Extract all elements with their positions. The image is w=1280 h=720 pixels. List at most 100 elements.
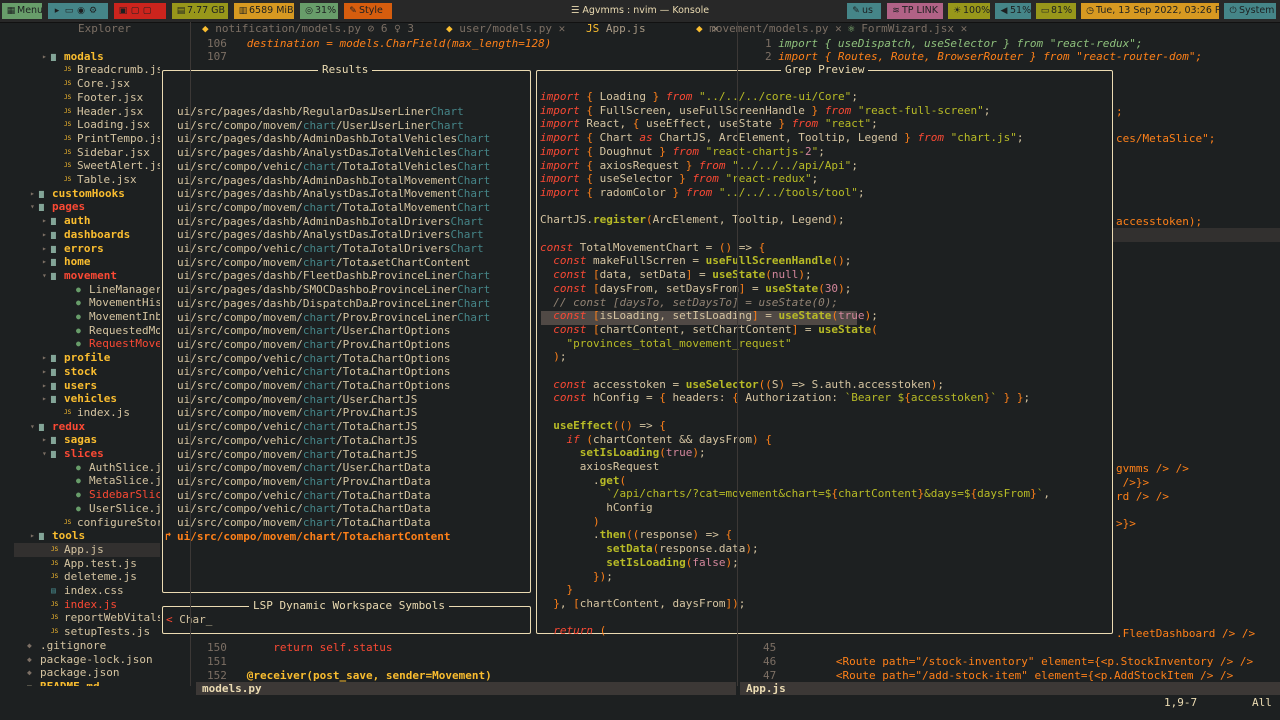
explorer-item[interactable]: ● MetaSlice.j xyxy=(0,474,160,488)
result-row[interactable]: ui/src/pages/dashb/AnalystDas… TotalVehic… xyxy=(177,146,490,160)
explorer-item[interactable]: JS index.js xyxy=(0,406,160,420)
explorer-item[interactable]: ◆ .gitignore xyxy=(0,639,160,653)
close-icon[interactable]: ✕ xyxy=(559,22,566,35)
system-button[interactable]: ⏻ System xyxy=(1224,3,1276,19)
style-button[interactable]: ✎ Style xyxy=(344,3,392,19)
explorer-item[interactable]: ▸ ▆ auth xyxy=(0,214,160,228)
close-icon[interactable]: ✕ xyxy=(961,22,968,35)
explorer-item[interactable]: ● MovementHis xyxy=(0,296,160,310)
explorer-item[interactable]: ● LineManager xyxy=(0,283,160,297)
explorer-item[interactable]: ▸ ▆ users xyxy=(0,379,160,393)
result-row[interactable]: ui/src/pages/dashb/AdminDashb… TotalVehic… xyxy=(177,132,490,146)
explorer-item[interactable]: ● RequestMove xyxy=(0,337,160,351)
result-row[interactable]: ui/src/pages/dashb/AdminDashb… TotalMovem… xyxy=(177,174,490,188)
result-row[interactable]: ui/src/compo/movem/chart/User… UserLinerC… xyxy=(177,119,464,133)
result-row[interactable]: ui/src/pages/dashb/RegularDas… UserLinerC… xyxy=(177,105,464,119)
explorer-item[interactable]: ▤ index.css xyxy=(0,584,160,598)
explorer-item[interactable]: ◆ package.json xyxy=(0,666,160,680)
result-row[interactable]: ui/src/compo/movem/chart/Tota… setChartCo… xyxy=(177,256,470,270)
explorer-item[interactable]: ◆ package-lock.json xyxy=(0,653,160,667)
explorer-item[interactable]: ▸ ▆ modals xyxy=(0,50,160,64)
explorer-item[interactable]: ▸ ▆ dashboards xyxy=(0,228,160,242)
explorer-item[interactable]: ▸ ▆ vehicles xyxy=(0,392,160,406)
browser-icon[interactable]: ◉ xyxy=(75,3,87,19)
result-row[interactable]: ui/src/compo/vehic/chart/Tota… ChartOptio… xyxy=(177,352,450,366)
clock[interactable]: ◷ Tue, 13 Sep 2022, 03:26 PM xyxy=(1081,3,1219,19)
explorer-item[interactable]: ▾ ▆ redux xyxy=(0,420,160,434)
settings-icon[interactable]: ⚙ xyxy=(87,3,99,19)
result-row[interactable]: ui/src/compo/movem/chart/Prov… ChartData xyxy=(177,475,431,489)
result-row[interactable]: ui/src/pages/dashb/AdminDashb… TotalDrive… xyxy=(177,215,484,229)
result-row[interactable]: ui/src/pages/dashb/SMOCDashbo… ProvinceLi… xyxy=(177,283,490,297)
result-row[interactable]: ui/src/pages/dashb/FleetDashb… ProvinceLi… xyxy=(177,269,490,283)
explorer-item[interactable]: JS Breadcrumb.jsx xyxy=(0,63,160,77)
right-editor-line[interactable]: 2 import { Routes, Route, BrowserRouter … xyxy=(765,50,1202,64)
explorer-item[interactable]: JS deleteme.js xyxy=(0,570,160,584)
explorer-item[interactable]: ▾ ▆ pages xyxy=(0,200,160,214)
workspace-1-icon[interactable]: ▣ xyxy=(117,3,129,19)
close-icon[interactable]: ✕ xyxy=(835,22,842,35)
result-row[interactable]: ui/src/compo/movem/chart/Tota… ChartJS xyxy=(177,448,417,462)
explorer-item[interactable]: JS reportWebVitals xyxy=(0,611,160,625)
right-editor-line[interactable]: 45 xyxy=(763,641,776,655)
wifi-indicator[interactable]: ≋ TP LINK xyxy=(887,3,943,19)
tab-notification-models[interactable]: ◆ notification/models.py ⊘ 6 ♀ 3 xyxy=(202,22,414,36)
workspace-3-icon[interactable]: ▢ xyxy=(141,3,153,19)
explorer-item[interactable]: JS Table.jsx xyxy=(0,173,160,187)
explorer-item[interactable]: ● AuthSlice.j xyxy=(0,461,160,475)
explorer-item[interactable]: JS SweetAlert.js xyxy=(0,159,160,173)
result-row[interactable]: ui/src/compo/vehic/chart/Tota… ChartJS xyxy=(177,434,417,448)
explorer-item[interactable]: ▸ ▆ profile xyxy=(0,351,160,365)
menu-button[interactable]: ▦ Menu xyxy=(2,3,42,19)
explorer-item[interactable]: JS PrintTempo.js xyxy=(0,132,160,146)
left-editor-line[interactable]: 152 @receiver(post_save, sender=Movement… xyxy=(207,669,492,683)
result-row[interactable]: ui/src/compo/movem/chart/Prov… ChartJS xyxy=(177,406,417,420)
tab-formwizard[interactable]: ⚛ FormWizard.jsx ✕ xyxy=(848,22,967,36)
explorer-item[interactable]: ▾ ▆ slices xyxy=(0,447,160,461)
result-row[interactable]: ui/src/compo/movem/chart/Prov… ProvinceLi… xyxy=(177,311,490,325)
result-row[interactable]: ui/src/compo/vehic/chart/Tota… ChartJS xyxy=(177,420,417,434)
explorer-item[interactable]: ● UserSlice.j xyxy=(0,502,160,516)
result-row[interactable]: ui/src/compo/vehic/chart/Tota… ChartOptio… xyxy=(177,365,450,379)
explorer-item[interactable]: ▸ ▆ customHooks xyxy=(0,187,160,201)
explorer-item[interactable]: ▸ ▆ home xyxy=(0,255,160,269)
workspace-2-icon[interactable]: ▢ xyxy=(129,3,141,19)
left-editor-line[interactable]: 107 xyxy=(207,50,227,64)
explorer-item[interactable]: JS Footer.jsx xyxy=(0,91,160,105)
explorer-item[interactable]: JS setupTests.js xyxy=(0,625,160,639)
files-icon[interactable]: ▭ xyxy=(63,3,75,19)
explorer-item[interactable]: ▸ ▆ tools xyxy=(0,529,160,543)
explorer-item[interactable]: JS App.test.js xyxy=(0,557,160,571)
right-editor-line[interactable]: 47 <Route path="/add-stock-item" element… xyxy=(763,669,1233,683)
keyboard-layout[interactable]: ✎ us xyxy=(847,3,881,19)
terminal-icon[interactable]: ▸ xyxy=(51,3,63,19)
explorer-item[interactable]: JS configureStor xyxy=(0,516,160,530)
explorer-item[interactable]: ▬README.md xyxy=(0,680,160,686)
result-row[interactable]: ui/src/compo/vehic/chart/Tota… ChartData xyxy=(177,489,431,503)
left-editor-line[interactable]: 151 xyxy=(207,655,227,669)
result-row[interactable]: ui/src/pages/dashb/AnalystDas… TotalMovem… xyxy=(177,187,490,201)
result-row[interactable]: ui/src/compo/vehic/chart/Tota… ChartData xyxy=(177,502,431,516)
result-row[interactable]: ↱ ui/src/compo/movem/chart/Tota… chartCont… xyxy=(165,530,450,544)
result-row[interactable]: ui/src/pages/dashb/AnalystDas… TotalDrive… xyxy=(177,228,484,242)
result-row[interactable]: ui/src/compo/movem/chart/User… ChartOptio… xyxy=(177,324,450,338)
explorer-item[interactable]: ▸ ▆ sagas xyxy=(0,433,160,447)
left-editor-line[interactable]: 106 destination = models.CharField(max_l… xyxy=(207,37,551,51)
result-row[interactable]: ui/src/compo/movem/chart/User… ChartData xyxy=(177,461,431,475)
tab-movement-models[interactable]: ◆ movement/models.py ✕ xyxy=(696,22,842,36)
explorer-item[interactable]: ▸ ▆ stock xyxy=(0,365,160,379)
result-row[interactable]: ui/src/compo/movem/chart/Prov… ChartOptio… xyxy=(177,338,450,352)
right-editor-line[interactable]: 1 import { useDispatch, useSelector } fr… xyxy=(765,37,1143,51)
result-row[interactable]: ui/src/compo/movem/chart/Tota… TotalMovem… xyxy=(177,201,490,215)
tab-user-models[interactable]: ◆ user/models.py ✕ xyxy=(446,22,565,36)
result-row[interactable]: ui/src/compo/vehic/chart/Tota… TotalVehic… xyxy=(177,160,490,174)
explorer-item[interactable]: JS Header.jsx xyxy=(0,105,160,119)
left-editor-line[interactable]: 150 return self.status xyxy=(207,641,392,655)
result-row[interactable]: ui/src/compo/movem/chart/Tota… ChartOptio… xyxy=(177,379,450,393)
explorer-item[interactable]: ▸ ▆ errors xyxy=(0,242,160,256)
explorer-item[interactable]: JS Sidebar.jsx xyxy=(0,146,160,160)
brightness-indicator[interactable]: ☀ 100% xyxy=(948,3,990,19)
explorer-item[interactable]: ▾ ▆ movement xyxy=(0,269,160,283)
volume-indicator[interactable]: ◀ 51% xyxy=(995,3,1031,19)
result-row[interactable]: ui/src/compo/movem/chart/Tota… ChartData xyxy=(177,516,431,530)
